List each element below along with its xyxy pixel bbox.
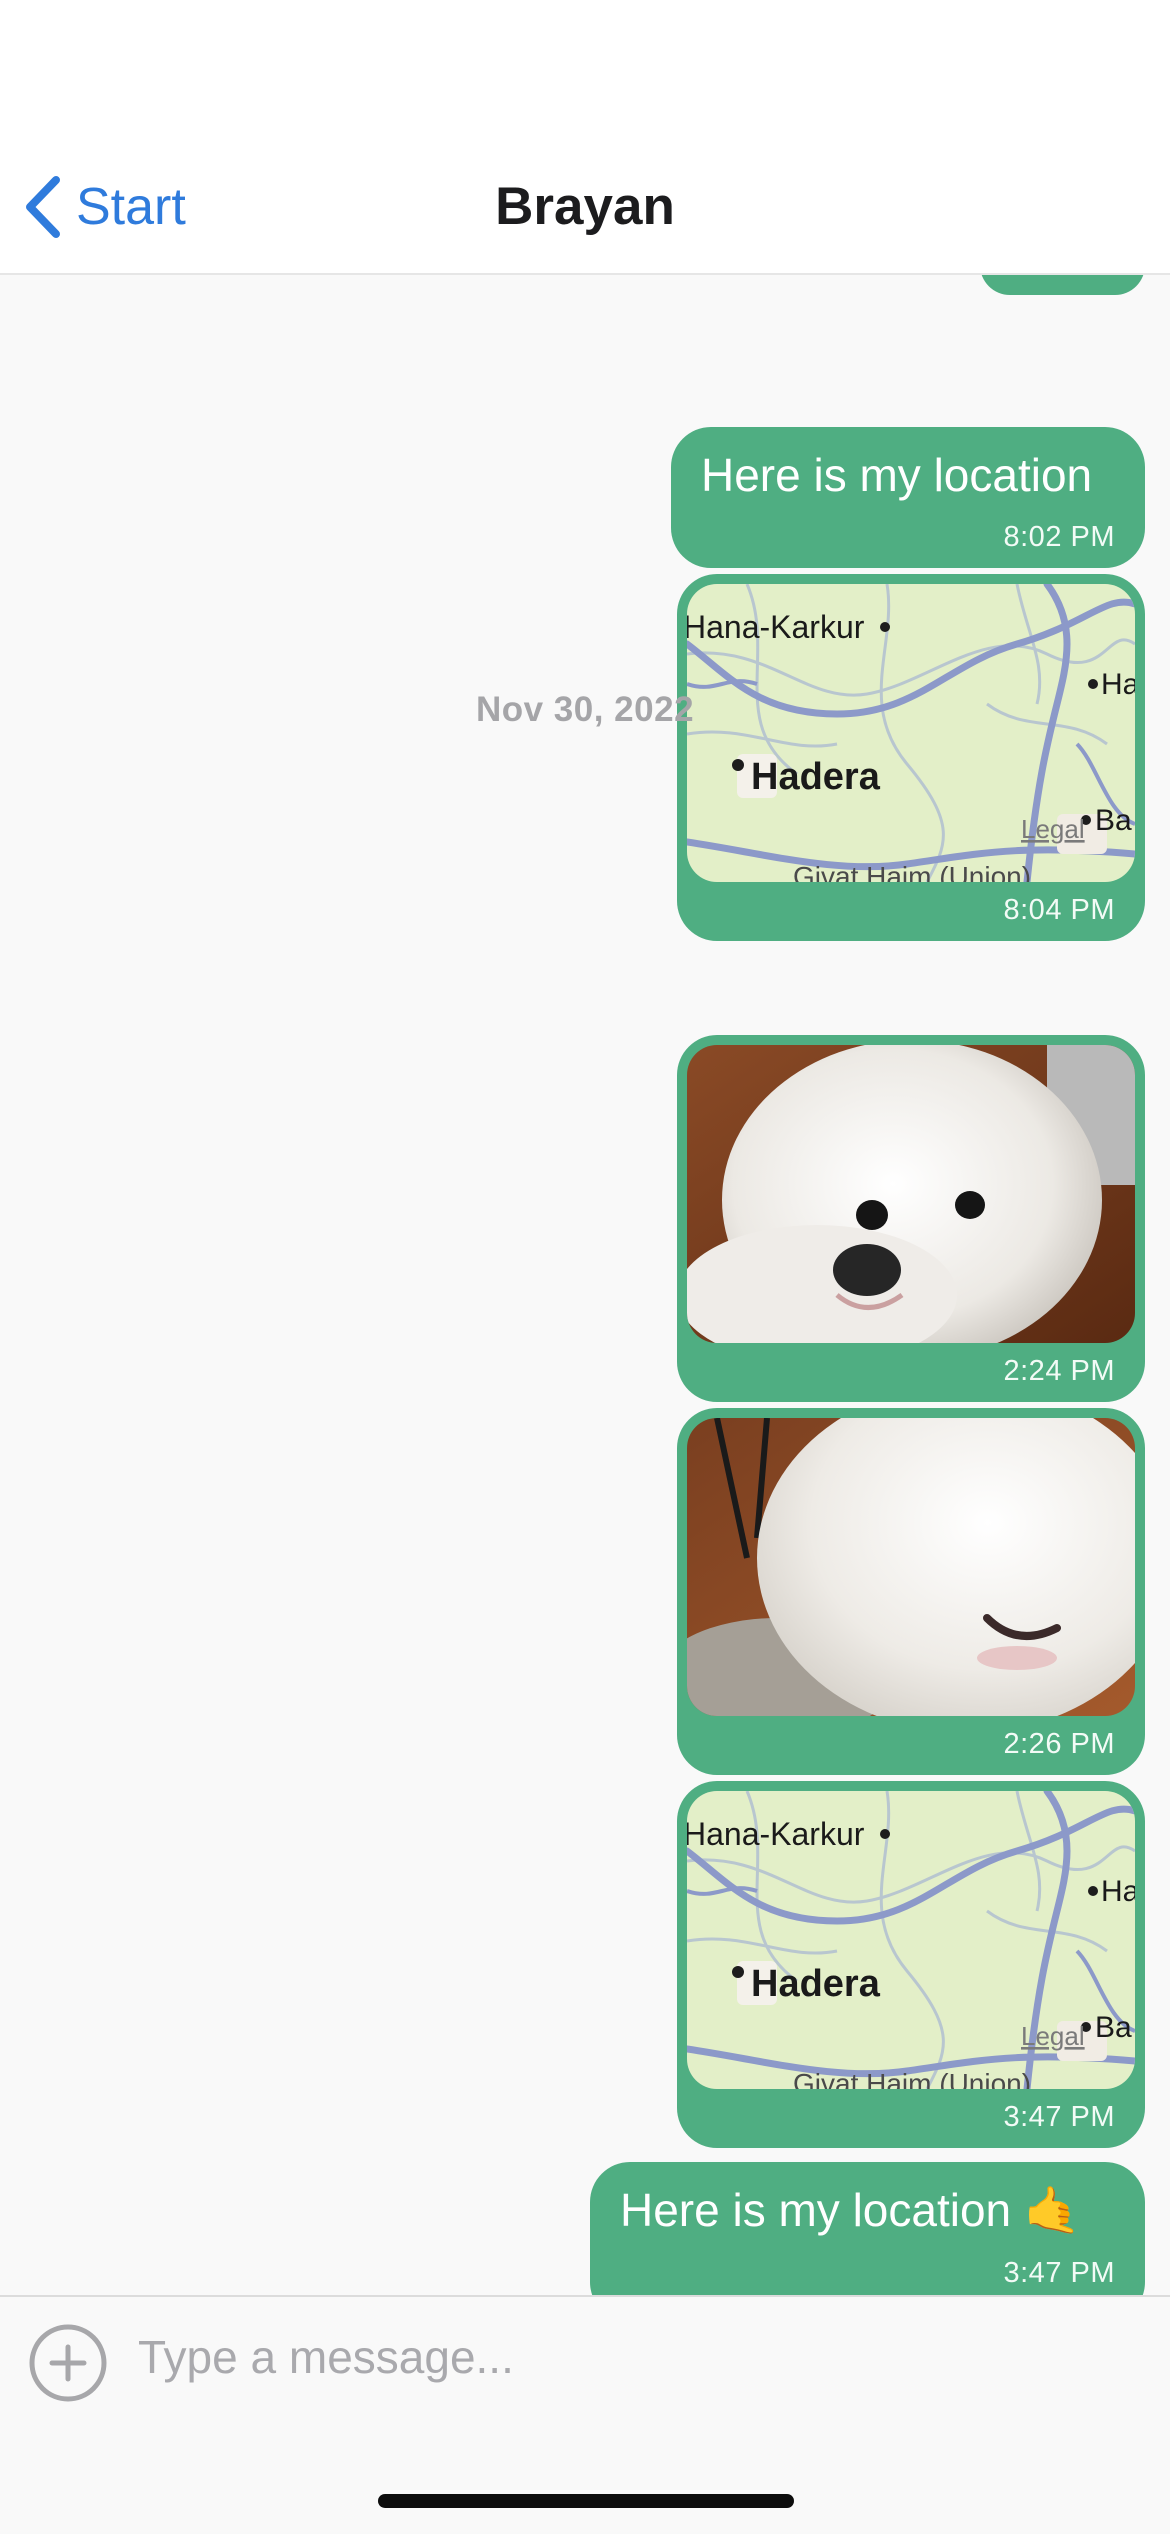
message-timestamp: 3:47 PM [1003, 2101, 1115, 2133]
map-preview[interactable]: Hana-Karkur Hadera Ha Ba Legal Givat Hai… [687, 584, 1135, 882]
map-label: Hadera [751, 756, 881, 798]
image-message-bubble[interactable]: 2:26 PM [677, 1408, 1145, 1775]
message-timestamp: 8:02 PM [1003, 521, 1115, 553]
page-title: Brayan [495, 177, 675, 236]
plus-circle-icon[interactable] [28, 2323, 108, 2403]
home-indicator [378, 2494, 794, 2508]
message-bubble[interactable]: Here is my location 8:02 PM [671, 427, 1145, 568]
map-label: Hana-Karkur [687, 609, 865, 645]
message-composer [0, 2295, 1170, 2534]
navigation-bar: Start Brayan [0, 0, 1170, 275]
legal-link: Legal [1021, 2021, 1085, 2051]
message-list[interactable]: Here is my location 8:02 PM Hana-Karkur … [0, 275, 1170, 2295]
message-text: Here is my location 🤙 [620, 2184, 1082, 2236]
legal-link: Legal [1021, 814, 1085, 844]
message-bubble[interactable]: Here is my location 🤙 3:47 PM [590, 2162, 1145, 2295]
map-preview[interactable]: Hana-Karkur Hadera Ha Ba Legal Givat Hai… [687, 1791, 1135, 2089]
map-label: Hadera [751, 1963, 881, 2005]
map-label: Ha [1101, 1875, 1135, 1908]
map-label: Ba [1095, 804, 1132, 837]
map-label: Givat Haim (Union) [793, 861, 1031, 882]
message-input[interactable] [138, 2321, 1118, 2393]
dog-photo-icon[interactable] [687, 1045, 1135, 1343]
message-timestamp: 3:47 PM [1003, 2257, 1115, 2289]
location-message-bubble[interactable]: Hana-Karkur Hadera Ha Ba Legal Givat Hai… [677, 1781, 1145, 2148]
map-label: Givat Haim (Union) [793, 2068, 1031, 2089]
map-label: Ba [1095, 2011, 1132, 2044]
location-message-bubble[interactable]: Hana-Karkur Hadera Ha Ba Legal Givat Hai… [677, 574, 1145, 941]
dog-photo-icon[interactable] [687, 1418, 1135, 1716]
message-timestamp: 2:26 PM [1003, 1728, 1115, 1760]
message-timestamp: 2:24 PM [1003, 1355, 1115, 1387]
map-label: Hana-Karkur [687, 1816, 865, 1852]
image-message-bubble[interactable]: 2:24 PM [677, 1035, 1145, 1402]
message-timestamp: 8:04 PM [1003, 894, 1115, 926]
message-bubble-partial [980, 275, 1145, 295]
message-text: Here is my location [701, 449, 1093, 501]
date-separator: Nov 30, 2022 [475, 690, 695, 729]
